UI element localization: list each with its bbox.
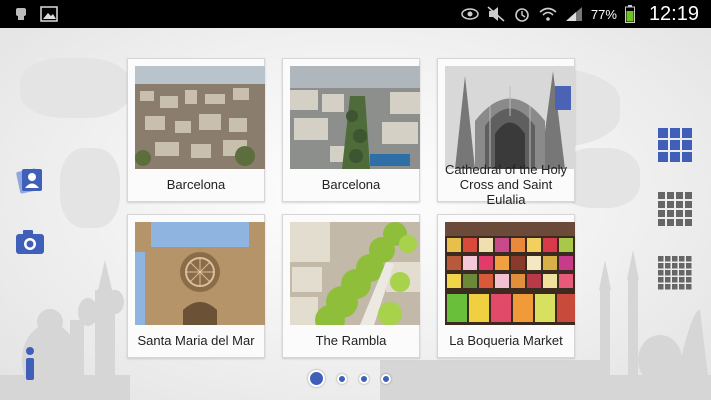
market-photo xyxy=(445,222,575,325)
tile-barcelona-1[interactable]: Barcelona xyxy=(127,58,265,202)
status-bar: 77% 12:19 xyxy=(0,0,711,28)
battery-percent: 77% xyxy=(590,6,617,22)
city-aerial-photo xyxy=(135,66,265,169)
clock: 12:19 xyxy=(648,2,699,25)
attraction-grid: Barcelona Barcelona Cathedral of the Hol… xyxy=(127,58,575,358)
tile-the-rambla[interactable]: The Rambla xyxy=(282,214,420,358)
camera-icon[interactable] xyxy=(14,226,46,258)
thumbnail xyxy=(445,222,575,325)
tile-caption: Barcelona xyxy=(321,176,381,192)
church-photo xyxy=(135,222,265,325)
contact-card-icon[interactable] xyxy=(14,164,46,196)
thumbnail xyxy=(135,222,265,325)
cathedral-photo xyxy=(445,66,575,169)
grid-5x5-icon[interactable] xyxy=(658,256,692,290)
tile-caption: La Boqueria Market xyxy=(449,332,563,348)
page-dot-3[interactable] xyxy=(359,373,369,384)
signal-icon xyxy=(565,7,582,21)
wifi-icon xyxy=(539,7,557,21)
battery-icon xyxy=(624,5,635,23)
grid-3x3-icon[interactable] xyxy=(658,128,692,162)
tile-caption: The Rambla xyxy=(315,332,387,348)
page-dot-4[interactable] xyxy=(381,373,391,384)
tile-caption: Cathedral of the Holy Cross and Saint Eu… xyxy=(444,161,568,207)
tile-santa-maria-del-mar[interactable]: Santa Maria del Mar xyxy=(127,214,265,358)
alarm-icon xyxy=(515,8,529,22)
thumbnail xyxy=(290,66,420,169)
eye-icon xyxy=(461,8,479,20)
thumbnail xyxy=(290,222,420,325)
tile-barcelona-2[interactable]: Barcelona xyxy=(282,58,420,202)
thumbnail xyxy=(445,66,575,169)
tile-caption: Barcelona xyxy=(166,176,226,192)
tile-cathedral[interactable]: Cathedral of the Holy Cross and Saint Eu… xyxy=(437,58,575,207)
usb-debug-icon xyxy=(16,8,26,20)
tile-caption: Santa Maria del Mar xyxy=(137,332,255,348)
city-aerial-photo xyxy=(290,66,420,169)
boulevard-photo xyxy=(290,222,420,325)
grid-4x4-icon[interactable] xyxy=(658,192,692,226)
tile-la-boqueria-market[interactable]: La Boqueria Market xyxy=(437,214,575,358)
page-indicator xyxy=(308,370,391,387)
thumbnail xyxy=(135,66,265,169)
info-icon[interactable] xyxy=(14,346,46,382)
page-dot-2[interactable] xyxy=(337,373,347,384)
gallery-icon xyxy=(40,6,58,22)
mute-icon xyxy=(487,6,505,22)
page-dot-1[interactable] xyxy=(308,370,325,387)
